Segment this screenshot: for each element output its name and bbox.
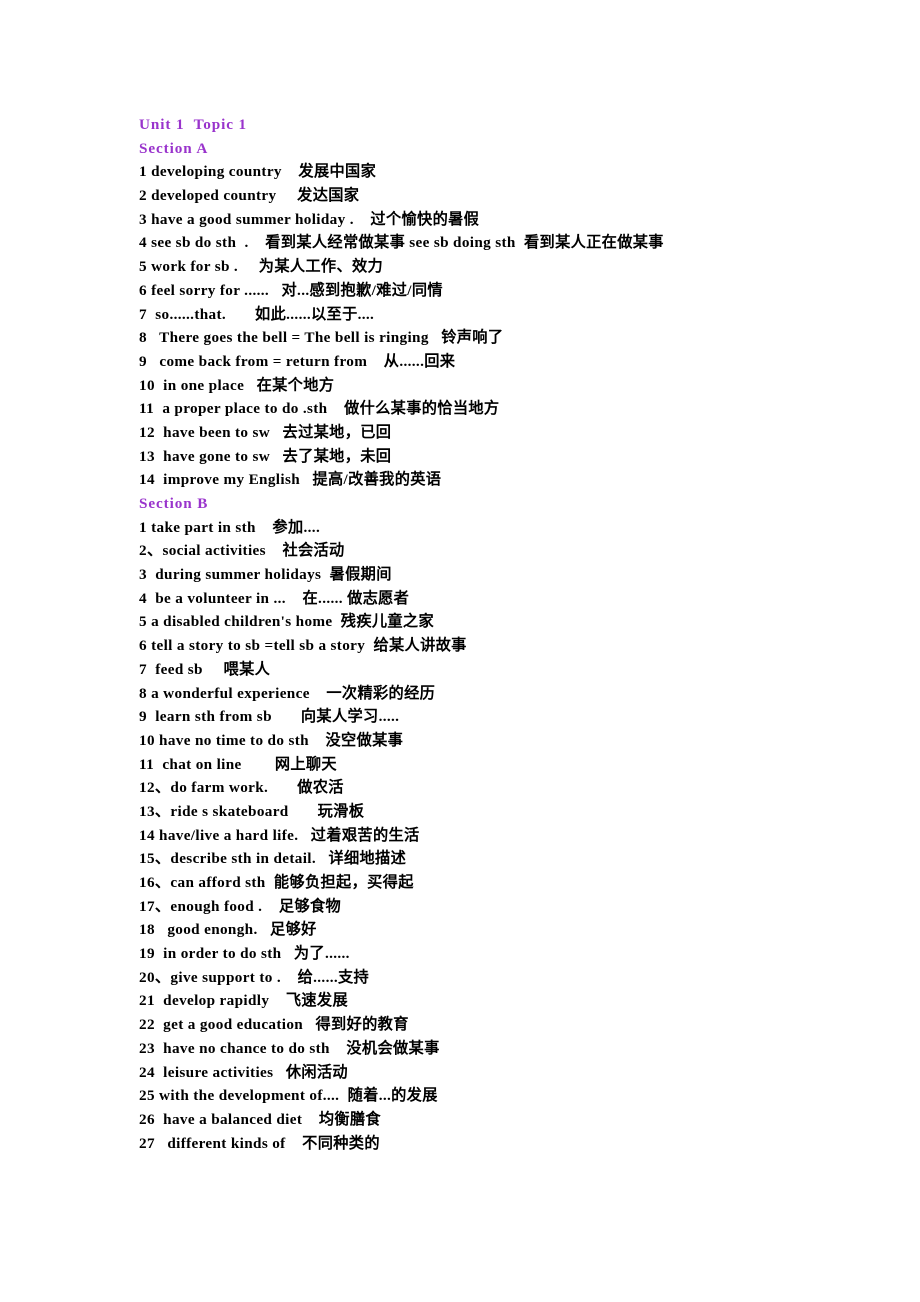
vocabulary-entry-b-22: 22 get a good education 得到好的教育 <box>139 1016 409 1034</box>
vocabulary-entry-a-2: 2 developed country 发达国家 <box>139 187 360 205</box>
vocabulary-entry-b-10: 10 have no time to do sth 没空做某事 <box>139 731 404 749</box>
vocabulary-entry-b-17: 17、enough food . 足够食物 <box>139 897 342 915</box>
vocabulary-entry-b-1: 1 take part in sth 参加.... <box>139 518 321 536</box>
vocabulary-entry-a-5: 5 work for sb . 为某人工作、效力 <box>139 258 384 276</box>
vocabulary-entry-a-8: 8 There goes the bell = The bell is ring… <box>139 329 504 347</box>
vocabulary-entry-b-5: 5 a disabled children's home 残疾儿童之家 <box>139 613 435 631</box>
vocabulary-entry-b-26: 26 have a balanced diet 均衡膳食 <box>139 1110 381 1128</box>
vocabulary-entry-b-7: 7 feed sb 喂某人 <box>139 660 271 678</box>
vocabulary-entry-b-2: 2、social activities 社会活动 <box>139 542 345 560</box>
vocabulary-entry-b-18: 18 good enongh. 足够好 <box>139 921 317 939</box>
vocabulary-entry-a-4: 4 see sb do sth . 看到某人经常做某事 see sb doing… <box>139 234 664 252</box>
vocabulary-entry-a-6: 6 feel sorry for ...... 对...感到抱歉/难过/同情 <box>139 281 443 299</box>
vocabulary-entry-b-6: 6 tell a story to sb =tell sb a story 给某… <box>139 637 467 655</box>
vocabulary-entry-a-3: 3 have a good summer holiday . 过个愉快的暑假 <box>139 210 480 228</box>
vocabulary-entry-b-24: 24 leisure activities 休闲活动 <box>139 1063 348 1081</box>
vocabulary-entry-b-20: 20、give support to . 给......支持 <box>139 968 370 986</box>
vocabulary-entry-b-14: 14 have/live a hard life. 过着艰苦的生活 <box>139 826 420 844</box>
vocabulary-entry-b-8: 8 a wonderful experience 一次精彩的经历 <box>139 684 436 702</box>
vocabulary-entry-a-1: 1 developing country 发展中国家 <box>139 163 377 181</box>
vocabulary-entry-b-19: 19 in order to do sth 为了...... <box>139 945 350 963</box>
vocabulary-entry-b-3: 3 during summer holidays 暑假期间 <box>139 566 392 584</box>
vocabulary-entry-a-9: 9 come back from = return from 从......回来 <box>139 352 456 370</box>
vocabulary-entry-b-9: 9 learn sth from sb 向某人学习..... <box>139 708 400 726</box>
section-heading-section-b: Section B <box>139 495 209 512</box>
vocabulary-entry-b-13: 13、ride s skateboard 玩滑板 <box>139 802 365 820</box>
vocabulary-entry-a-12: 12 have been to sw 去过某地，已回 <box>139 423 392 441</box>
vocabulary-entry-b-4: 4 be a volunteer in ... 在...... 做志愿者 <box>139 589 410 607</box>
vocabulary-entry-b-12: 12、do farm work. 做农活 <box>139 779 344 797</box>
vocabulary-entry-b-27: 27 different kinds of 不同种类的 <box>139 1134 380 1152</box>
vocabulary-entry-b-16: 16、can afford sth 能够负担起，买得起 <box>139 874 414 891</box>
vocabulary-entry-a-7: 7 so......that. 如此......以至于.... <box>139 305 375 323</box>
document-page: Unit 1 Topic 1 Section A 1 developing coun… <box>0 0 920 1302</box>
vocabulary-entry-b-15: 15、describe sth in detail. 详细地描述 <box>139 850 407 868</box>
vocabulary-entry-b-21: 21 develop rapidly 飞速发展 <box>139 992 349 1010</box>
vocabulary-entry-a-11: 11 a proper place to do .sth 做什么某事的恰当地方 <box>139 400 500 418</box>
document-body: Unit 1 Topic 1 Section A 1 developing coun… <box>139 113 879 1155</box>
page-title: Unit 1 Topic 1 <box>139 116 248 133</box>
vocabulary-entry-b-11: 11 chat on line 网上聊天 <box>139 755 337 773</box>
vocabulary-entry-a-13: 13 have gone to sw 去了某地，未回 <box>139 447 392 465</box>
section-heading-section-a: Section A <box>139 139 209 157</box>
vocabulary-entry-b-23: 23 have no chance to do sth 没机会做某事 <box>139 1039 440 1057</box>
vocabulary-entry-b-25: 25 with the development of.... 随着...的发展 <box>139 1087 438 1105</box>
vocabulary-entry-a-14: 14 improve my English 提高/改善我的英语 <box>139 471 442 489</box>
vocabulary-entry-a-10: 10 in one place 在某个地方 <box>139 376 335 394</box>
